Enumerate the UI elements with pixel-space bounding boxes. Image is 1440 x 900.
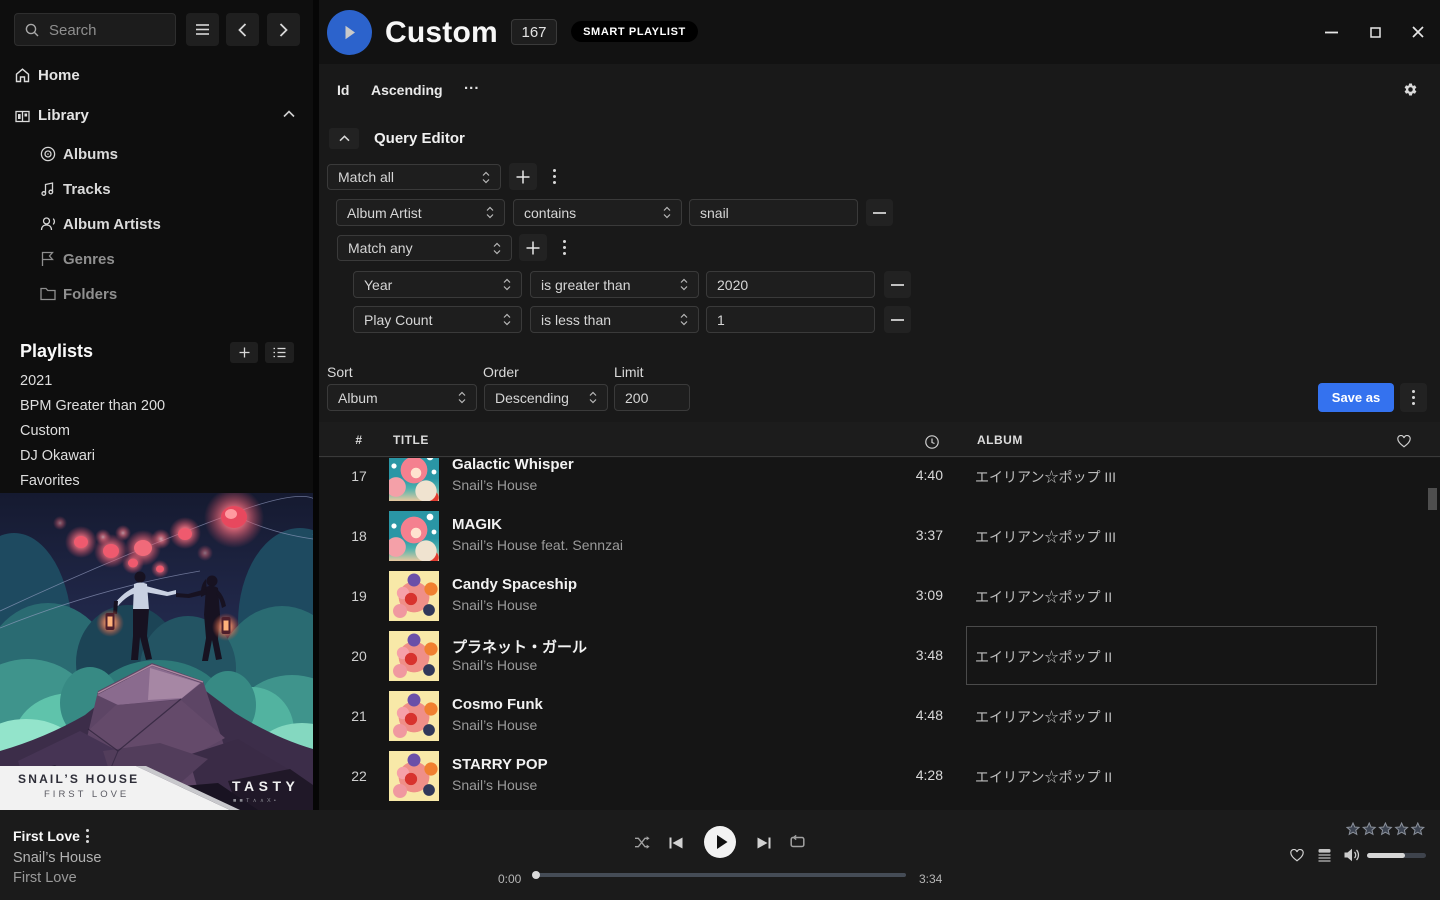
svg-text:■■T∧∧X•: ■■T∧∧X•: [233, 798, 279, 804]
svg-text:SNAIL’S HOUSE: SNAIL’S HOUSE: [18, 772, 139, 786]
svg-text:TASTY: TASTY: [232, 778, 299, 794]
svg-text:FIRST LOVE: FIRST LOVE: [44, 789, 129, 800]
